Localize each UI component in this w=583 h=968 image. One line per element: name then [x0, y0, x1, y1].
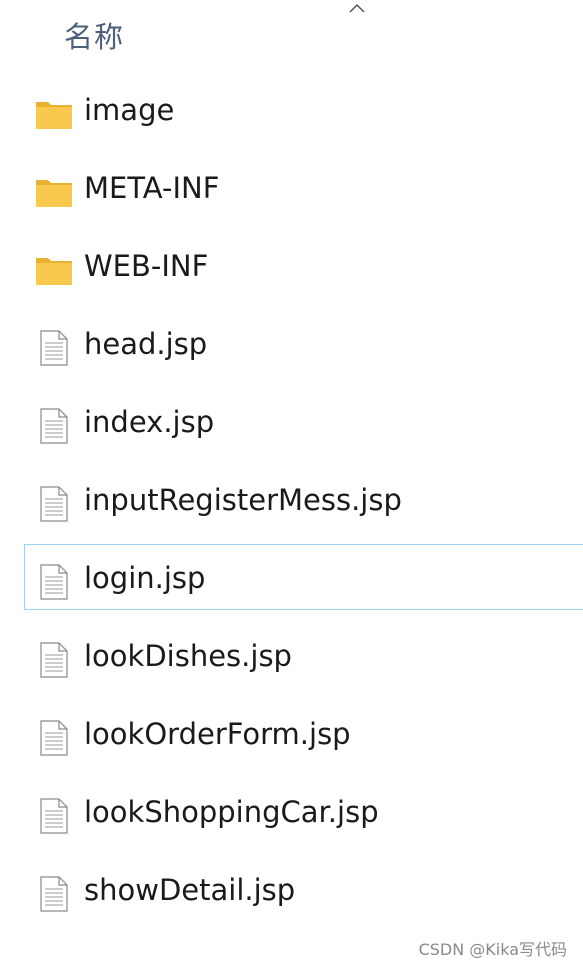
folder-icon: [36, 258, 72, 285]
list-item[interactable]: lookShoppingCar.jsp: [0, 778, 583, 856]
file-name: META-INF: [84, 171, 220, 205]
file-name: lookOrderForm.jsp: [84, 717, 351, 751]
file-name: login.jsp: [84, 561, 206, 595]
chevron-up-icon[interactable]: [347, 2, 367, 14]
file-name: showDetail.jsp: [84, 873, 296, 907]
file-name: index.jsp: [84, 405, 215, 439]
file-list: image META-INF WEB-INF head.jsp index.js…: [0, 76, 583, 934]
document-icon: [40, 564, 68, 600]
file-explorer: 名称 image META-INF WEB-INF head.jsp index…: [0, 0, 583, 968]
file-name: lookDishes.jsp: [84, 639, 292, 673]
list-item[interactable]: index.jsp: [0, 388, 583, 466]
file-name: inputRegisterMess.jsp: [84, 483, 402, 517]
list-item[interactable]: image: [0, 76, 583, 154]
list-item[interactable]: lookDishes.jsp: [0, 622, 583, 700]
document-icon: [40, 642, 68, 678]
document-icon: [40, 486, 68, 522]
folder-icon: [36, 180, 72, 207]
file-name: lookShoppingCar.jsp: [84, 795, 379, 829]
file-name: image: [84, 93, 175, 127]
document-icon: [40, 408, 68, 444]
list-item[interactable]: inputRegisterMess.jsp: [0, 466, 583, 544]
list-item[interactable]: WEB-INF: [0, 232, 583, 310]
document-icon: [40, 330, 68, 366]
column-header-name[interactable]: 名称: [64, 14, 124, 56]
file-name: WEB-INF: [84, 249, 209, 283]
document-icon: [40, 720, 68, 756]
list-item[interactable]: showDetail.jsp: [0, 856, 583, 934]
watermark: CSDN @Kika写代码: [418, 940, 567, 959]
document-icon: [40, 798, 68, 834]
list-item[interactable]: head.jsp: [0, 310, 583, 388]
document-icon: [40, 876, 68, 912]
file-name: head.jsp: [84, 327, 208, 361]
column-header: 名称: [0, 0, 583, 68]
folder-icon: [36, 102, 72, 129]
list-item-selected[interactable]: login.jsp: [0, 544, 583, 622]
list-item[interactable]: lookOrderForm.jsp: [0, 700, 583, 778]
list-item[interactable]: META-INF: [0, 154, 583, 232]
